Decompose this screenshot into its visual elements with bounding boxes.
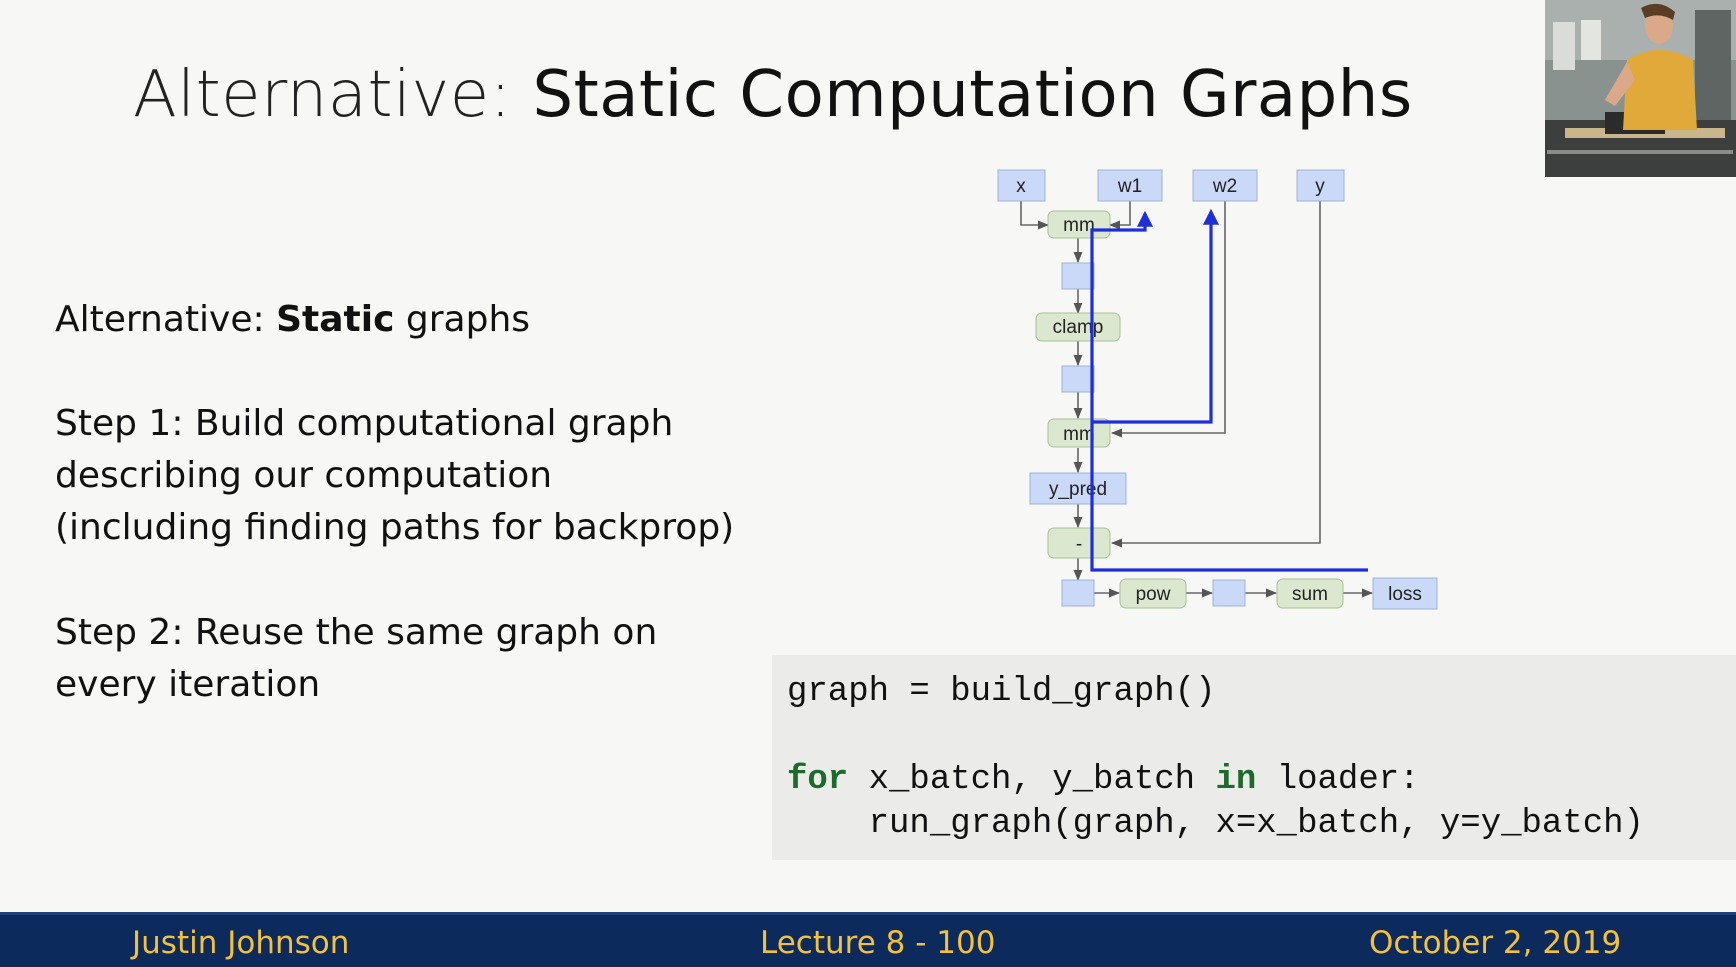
computation-graph: x w1 w2 y mm clamp mm y_pred - pow sum l… [997, 169, 1438, 610]
code-text: graph = build_graph() for x_batch, y_bat… [787, 670, 1644, 846]
label-mm2: mm [1063, 424, 1095, 445]
footer-author: Justin Johnson [132, 925, 350, 961]
code-line2-mid: x_batch, y_batch [848, 761, 1216, 799]
label-x: x [1016, 176, 1026, 197]
label-pow: pow [1136, 584, 1171, 605]
label-w2: w2 [1212, 176, 1237, 197]
step2-block: Step 2: Reuse the same graph on every it… [55, 607, 657, 711]
label-y-pred: y_pred [1049, 479, 1107, 500]
slide-title: Alternative: Static Computation Graphs [133, 58, 1413, 132]
label-sum: sum [1292, 584, 1328, 605]
node-h2 [1061, 365, 1095, 393]
presenter-webcam [1545, 0, 1736, 177]
code-line1: graph = build_graph() [787, 673, 1216, 711]
step1-line3: (including finding paths for backprop) [55, 507, 735, 548]
step1-line2: describing our computation [55, 455, 553, 496]
code-kw-in: in [1215, 761, 1257, 799]
footer-lecture: Lecture 8 - 100 [760, 925, 996, 961]
label-loss: loss [1388, 584, 1422, 605]
step2-line1: Step 2: Reuse the same graph on [55, 612, 658, 653]
step1-block: Step 1: Build computational graph descri… [55, 398, 734, 554]
code-line3: run_graph(graph, x=x_batch, y=y_batch) [787, 805, 1644, 843]
node-sq [1212, 579, 1246, 607]
code-line2-end: loader: [1256, 761, 1420, 799]
step1-line1: Step 1: Build computational graph [55, 403, 674, 444]
node-diff [1061, 579, 1095, 607]
alt-prefix: Alternative: [55, 299, 265, 340]
label-minus: - [1076, 534, 1082, 555]
title-main: Static Computation Graphs [532, 58, 1413, 132]
title-prefix: Alternative: [133, 58, 512, 132]
label-mm1: mm [1063, 215, 1095, 236]
code-kw-for: for [787, 761, 849, 799]
step2-line2: every iteration [55, 664, 321, 705]
alternative-line: Alternative: Static graphs [55, 294, 530, 346]
label-y: y [1315, 176, 1325, 197]
backprop-path [1090, 208, 1368, 572]
slide: Alternative: Static Computation Graphs A… [0, 0, 1736, 967]
label-w1: w1 [1117, 176, 1142, 197]
label-clamp: clamp [1053, 317, 1104, 338]
node-h1 [1061, 262, 1095, 290]
alt-bold: Static [276, 299, 395, 340]
footer-bar: Justin Johnson Lecture 8 - 100 October 2… [0, 912, 1736, 967]
footer-date: October 2, 2019 [1369, 925, 1622, 961]
alt-suffix: graphs [405, 299, 531, 340]
